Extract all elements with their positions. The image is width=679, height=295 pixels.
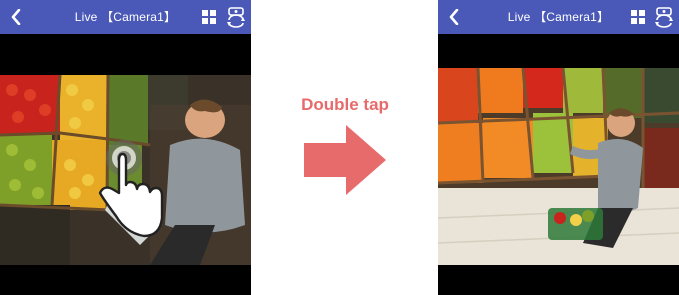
right-arrow-icon (304, 125, 386, 195)
right-phone-screen: Live 【Camera1】 (438, 0, 679, 295)
top-bar: Live 【Camera1】 (0, 0, 251, 34)
top-bar: Live 【Camera1】 (438, 0, 679, 34)
gesture-label: Double tap (301, 95, 389, 114)
grid-layout-icon[interactable] (631, 10, 645, 24)
tap-gesture-icon (98, 140, 164, 238)
camera-video-feed[interactable] (438, 68, 679, 265)
grid-layout-icon[interactable] (202, 10, 216, 24)
camera-switch-icon[interactable] (225, 6, 247, 28)
camera-switch-icon[interactable] (653, 6, 675, 28)
left-phone-screen: Live 【Camera1】 (0, 0, 251, 295)
